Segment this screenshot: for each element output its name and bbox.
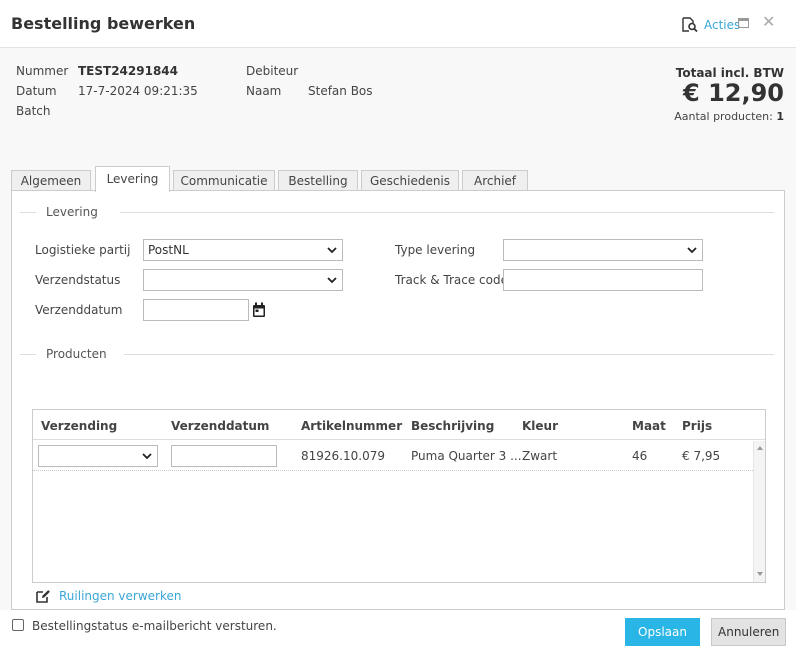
delivery-type-label: Type levering [395,243,476,257]
track-trace-input[interactable] [503,269,703,291]
order-date-label: Datum [16,84,57,98]
maximize-icon[interactable] [738,18,749,28]
calendar-icon[interactable] [252,302,266,318]
scroll-up-icon[interactable] [757,446,763,450]
dialog-footer: Bestellingstatus e-mailbericht versturen… [0,610,796,650]
products-grid: Verzending Verzenddatum Artikelnummer Be… [32,409,766,583]
tab-bestelling[interactable]: Bestelling [278,170,358,191]
tab-geschiedenis[interactable]: Geschiedenis [361,170,459,191]
edit-order-dialog: Bestelling bewerken Acties ✕ Nummer TEST… [0,0,796,650]
order-date-value: 17-7-2024 09:21:35 [78,84,198,98]
customer-name-label: Naam [246,84,282,98]
email-status-checkbox[interactable] [12,619,24,631]
chevron-down-icon [327,247,337,254]
row-ship-date-input[interactable] [171,445,277,467]
actions-menu-button[interactable]: Acties [682,17,740,32]
dialog-titlebar: Bestelling bewerken Acties ✕ [0,0,796,48]
product-count-label: Aantal producten: [674,110,773,123]
product-count-value: 1 [776,110,784,123]
column-header[interactable]: Kleur [522,419,558,433]
order-number-value: TEST24291844 [78,64,179,78]
section-divider [20,354,36,355]
debtor-label: Debiteur [246,64,299,78]
column-header[interactable]: Artikelnummer [301,419,402,433]
actions-label: Acties [704,17,741,32]
tab-levering[interactable]: Levering [95,166,170,192]
row-shipment-select[interactable] [38,445,158,467]
shipping-status-label: Verzendstatus [35,273,121,287]
process-exchanges-label: Ruilingen verwerken [59,589,182,603]
logistics-label: Logistieke partij [35,243,131,257]
article-number-cell: 81926.10.079 [301,449,385,463]
shipping-date-input[interactable] [143,299,249,321]
delivery-section-title: Levering [40,205,104,219]
product-count: Aantal producten: 1 [674,110,784,123]
edit-icon [36,590,50,603]
tab-archief[interactable]: Archief [462,170,528,191]
customer-name-value: Stefan Bos [308,84,373,98]
shipping-date-label: Verzenddatum [35,303,123,317]
order-summary: Nummer TEST24291844 Datum 17-7-2024 09:2… [0,48,796,158]
logistics-select-value: PostNL [148,243,189,257]
total-amount: € 12,90 [683,79,784,107]
cancel-button[interactable]: Annuleren [711,618,786,646]
color-cell: Zwart [522,449,558,463]
column-header[interactable]: Verzenddatum [171,419,269,433]
chevron-down-icon [327,277,337,284]
tab-algemeen[interactable]: Algemeen [11,170,91,191]
section-divider [124,354,774,355]
size-cell: 46 [632,449,648,463]
column-header[interactable]: Beschrijving [411,419,494,433]
chevron-down-icon [687,247,697,254]
column-header[interactable]: Prijs [682,419,712,433]
dialog-title: Bestelling bewerken [11,14,196,33]
products-section-title: Producten [40,347,113,361]
close-icon[interactable]: ✕ [762,12,775,31]
section-divider [120,212,774,213]
track-trace-label: Track & Trace code [395,273,508,287]
scroll-down-icon[interactable] [757,572,763,576]
price-cell: € 7,95 [682,449,721,463]
email-status-label: Bestellingstatus e-mailbericht versturen… [32,619,277,633]
delivery-panel: Levering Logistieke partij PostNL Verzen… [11,190,785,610]
grid-scrollbar[interactable] [753,441,765,582]
shipping-status-select[interactable] [143,269,343,291]
save-button[interactable]: Opslaan [625,618,700,646]
search-document-icon [682,17,698,32]
column-header[interactable]: Verzending [41,419,117,433]
tab-communicatie[interactable]: Communicatie [173,170,275,191]
process-exchanges-link[interactable]: Ruilingen verwerken [36,589,182,603]
delivery-type-select[interactable] [503,239,703,261]
logistics-select[interactable]: PostNL [143,239,343,261]
order-number-label: Nummer [16,64,69,78]
tabs-area: Algemeen Levering Communicatie Bestellin… [0,158,796,610]
total-label: Totaal incl. BTW [675,66,784,80]
table-row: 81926.10.079 Puma Quarter 3 ... Zwart 46… [33,441,753,471]
products-grid-header: Verzending Verzenddatum Artikelnummer Be… [33,410,765,440]
section-divider [20,212,36,213]
chevron-down-icon [142,453,152,460]
description-cell: Puma Quarter 3 ... [411,449,522,463]
batch-label: Batch [16,104,51,118]
column-header[interactable]: Maat [632,419,666,433]
